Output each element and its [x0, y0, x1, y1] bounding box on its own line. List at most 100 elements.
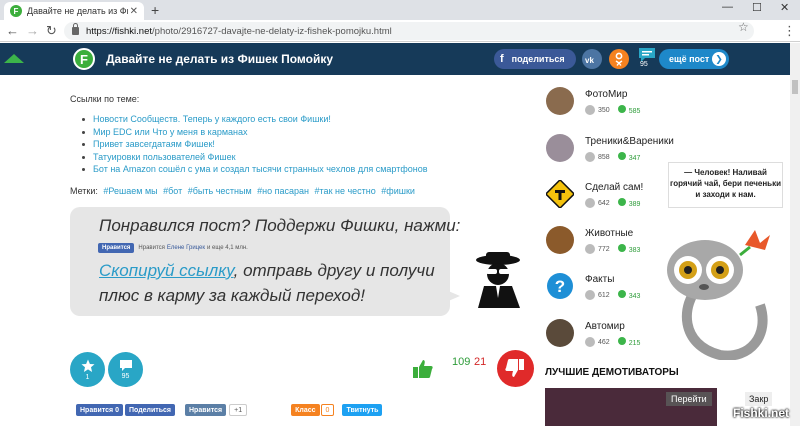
related-link[interactable]: Новости Сообществ. Теперь у каждого есть…	[82, 113, 428, 126]
fb-like-widget: Нравится Нравится Елене Грицек и еще 4,1…	[98, 243, 248, 253]
fb-like-button[interactable]: Нравится	[98, 243, 135, 253]
tab-close-icon[interactable]: ✕	[130, 6, 138, 17]
vk-icon: vk	[585, 56, 594, 64]
site-header: F Давайте не делать из Фишек Помойку f п…	[0, 43, 790, 75]
category-views: 858	[598, 153, 610, 161]
twitter-tweet-button[interactable]: Твитнуть	[342, 404, 383, 416]
category-views: 772	[598, 245, 610, 253]
reload-icon[interactable]: ↻	[46, 23, 57, 39]
related-links-list: Новости Сообществ. Теперь у каждого есть…	[82, 113, 428, 176]
url-input[interactable]: https://fishki.net/photo/2916727-davajte…	[64, 22, 754, 40]
browser-menu-icon[interactable]: ⋮	[783, 23, 796, 39]
next-post-button[interactable]: ещё пост ❯	[659, 49, 729, 69]
category-avatar	[546, 226, 574, 254]
category-name: Сделай сам!	[585, 182, 644, 193]
facebook-share-button[interactable]: f поделиться	[494, 49, 576, 69]
secret-agent-mascot-icon	[476, 252, 520, 308]
demotivator-close-button[interactable]: Закр	[745, 392, 773, 406]
ok-share-button[interactable]	[609, 49, 629, 69]
views-icon	[585, 337, 595, 347]
related-links-heading: Ссылки по теме:	[70, 94, 140, 104]
bookmark-star-icon[interactable]: ☆	[738, 20, 749, 34]
next-post-label: ещё пост	[669, 54, 710, 64]
facebook-icon: f	[500, 53, 504, 65]
svg-text:vk: vk	[585, 56, 594, 64]
lemur-promo-text[interactable]: — Человек! Наливай горячий чай, бери печ…	[668, 162, 783, 208]
scroll-up-icon[interactable]	[4, 54, 24, 63]
lock-icon	[72, 23, 79, 35]
url-domain: https://fishki.net	[86, 25, 153, 37]
minimize-icon[interactable]: —	[722, 1, 733, 13]
plus-icon	[617, 244, 626, 252]
site-watermark: Fishki.net	[733, 406, 790, 420]
category-plus: 347	[628, 155, 641, 162]
tag-link[interactable]: #Решаем мы	[103, 186, 157, 196]
diy-sign-icon	[546, 180, 574, 208]
support-heading: Понравился пост? Поддержи Фишки, нажми:	[99, 216, 461, 235]
ok-class-button[interactable]: Класс	[291, 404, 320, 416]
svg-text:?: ?	[555, 277, 565, 296]
tag-link[interactable]: #но пасаран	[257, 186, 309, 196]
category-plus: 389	[628, 201, 641, 208]
thumb-down-icon	[505, 359, 524, 377]
vk-share-button[interactable]: vk	[582, 49, 602, 69]
category-avatar	[546, 134, 574, 162]
category-avatar	[546, 319, 574, 347]
category-avatar	[546, 87, 574, 115]
fb-share-small-button[interactable]: Поделиться	[124, 404, 175, 416]
maximize-icon[interactable]: ☐	[752, 1, 762, 14]
tag-link[interactable]: #фишки	[381, 186, 415, 196]
fb-like-small-button[interactable]: Нравится 0	[76, 404, 123, 416]
ok-count: 0	[320, 404, 335, 416]
chevron-right-icon: ❯	[712, 52, 726, 66]
forward-icon[interactable]: →	[26, 23, 39, 38]
support-karma-text: плюс в карму за каждый переход!	[99, 286, 365, 305]
category-views: 642	[598, 199, 610, 207]
scrollbar-thumb[interactable]	[792, 80, 798, 94]
score-minus: 21	[474, 356, 487, 368]
favorite-button[interactable]: 1	[70, 352, 105, 387]
tags-row: Метки: #Решаем мы #бот #быть честным #но…	[70, 186, 415, 196]
post-title: Давайте не делать из Фишек Помойку	[106, 52, 334, 66]
star-icon	[81, 359, 94, 372]
tag-link[interactable]: #бот	[163, 186, 182, 196]
fb-like-count: и еще 4,1 млн.	[207, 245, 248, 251]
bubble-tail	[446, 290, 460, 302]
back-icon[interactable]: ←	[6, 23, 19, 38]
fb-like-friend[interactable]: Елене Грицек	[167, 245, 205, 251]
browser-tab-bar: F Давайте не делать из Фишек П... ✕ + — …	[0, 0, 800, 20]
page-scrollbar[interactable]	[790, 43, 800, 426]
copy-link[interactable]: Скопируй ссылку	[99, 261, 234, 280]
tag-link[interactable]: #быть честным	[188, 186, 252, 196]
comments-button[interactable]: 95	[108, 352, 143, 387]
lemur-mascot-icon[interactable]	[660, 225, 785, 360]
fb-like-text: Нравится	[138, 245, 165, 251]
related-link[interactable]: Бот на Amazon сошёл с ума и создал тысяч…	[82, 163, 428, 176]
related-link[interactable]: Привет завсегдатаям Фишек!	[82, 138, 428, 151]
category-name: Животные	[585, 228, 634, 239]
vk-like-small-button[interactable]: Нравится	[185, 404, 227, 416]
window-close-icon[interactable]: ✕	[780, 1, 789, 14]
plus-icon	[617, 290, 626, 298]
related-link[interactable]: Татуировки пользователей Фишек	[82, 151, 428, 164]
new-tab-icon[interactable]: +	[151, 2, 159, 18]
views-icon	[585, 198, 595, 208]
thumb-down-button[interactable]	[497, 350, 534, 387]
related-link[interactable]: Мир EDC или Что у меня в карманах	[82, 126, 428, 139]
category-views: 462	[598, 338, 610, 346]
url-path: /photo/2916727-davajte-ne-delaty-iz-fish…	[152, 25, 392, 37]
question-mark-icon: ?	[547, 273, 573, 299]
thumb-up-icon[interactable]	[412, 359, 434, 379]
site-logo[interactable]: F	[73, 48, 95, 70]
views-icon	[585, 105, 595, 115]
plus-icon	[617, 152, 626, 160]
browser-tab[interactable]: F Давайте не делать из Фишек П... ✕	[4, 2, 144, 20]
tag-link[interactable]: #так не честно	[315, 186, 376, 196]
category-plus: 585	[628, 108, 641, 115]
views-icon	[585, 290, 595, 300]
category-name: Треники&Вареники	[585, 136, 674, 147]
demotivator-open-button[interactable]: Перейти	[666, 392, 712, 406]
header-comments-button[interactable]: 95	[638, 47, 656, 68]
tab-title: Давайте не делать из Фишек П...	[27, 6, 128, 16]
plus-icon	[617, 337, 626, 345]
